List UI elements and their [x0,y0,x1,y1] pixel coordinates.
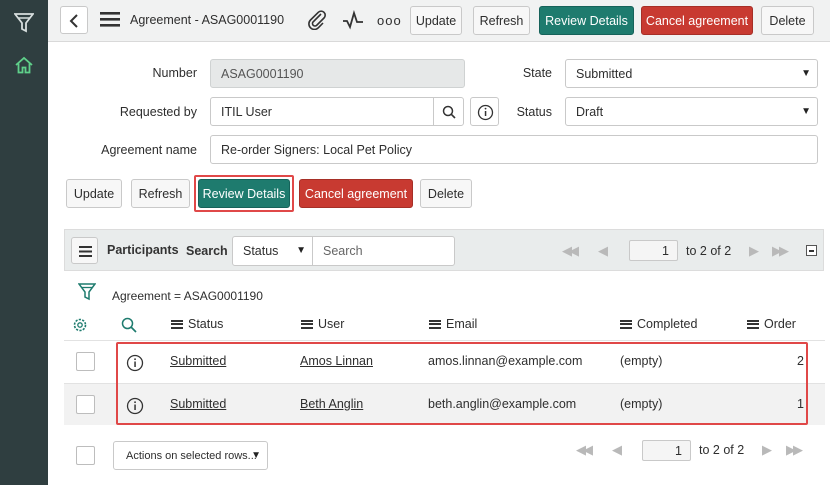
header-update-button[interactable]: Update [410,6,462,35]
page-count-text: to 2 of 2 [699,443,745,457]
header-delete-button[interactable]: Delete [761,6,814,35]
lookup-button[interactable] [433,97,464,126]
form-frame: Agreement - ASAG0001190 ooo Update Refre… [48,0,830,485]
header-refresh-button[interactable]: Refresh [473,6,530,35]
status-value: Draft [576,104,604,119]
delete-button[interactable]: Delete [420,179,472,208]
state-select[interactable]: Submitted ▼ [565,59,818,88]
select-all-checkbox[interactable] [76,446,95,465]
related-list-toolbar: Participants Search Status ▼ Search ◀◀ ◀… [64,229,824,271]
review-details-highlight [194,175,294,212]
magnifier-icon[interactable] [120,316,138,334]
column-header-order[interactable]: Order [747,317,796,331]
column-menu-icon [620,319,632,329]
column-menu-icon [171,319,183,329]
requested-by-label: Requested by [119,105,197,119]
last-page-icon[interactable]: ▶▶ [786,442,803,458]
hamburger-menu-icon[interactable] [100,11,120,28]
row-checkbox[interactable] [76,395,95,414]
page-title: Agreement - ASAG0001190 [130,13,285,27]
state-label: State [522,66,552,80]
more-options-icon[interactable]: ooo [377,13,401,33]
filter-funnel-icon[interactable] [77,282,97,302]
column-header-email[interactable]: Email [429,317,477,331]
magnifier-icon [442,105,456,119]
chevron-down-icon: ▼ [296,245,306,256]
first-page-icon[interactable]: ◀◀ [576,442,593,458]
cancel-agreement-button[interactable]: Cancel agreement [299,179,413,208]
form-header: Agreement - ASAG0001190 ooo Update Refre… [48,0,830,42]
header-review-details-button[interactable]: Review Details [539,6,634,35]
gear-icon[interactable] [71,316,89,334]
chevron-down-icon: ▼ [801,106,811,117]
actions-select-label: Actions on selected rows... [126,449,257,462]
chevron-down-icon: ▼ [251,450,261,461]
chevron-left-icon [69,14,78,28]
column-menu-icon [429,319,441,329]
nav-rail [0,0,48,485]
requested-by-field[interactable]: ITIL User [210,97,434,126]
activity-pulse-icon[interactable] [342,9,364,30]
search-label: Search [186,244,228,258]
next-page-icon[interactable]: ▶ [762,442,772,458]
search-input[interactable]: Search [312,236,455,266]
number-field: ASAG0001190 [210,59,465,88]
status-label: Status [516,105,552,119]
header-cancel-agreement-button[interactable]: Cancel agreement [641,6,753,35]
filter-funnel-icon[interactable] [13,12,35,34]
back-button[interactable] [60,6,88,34]
paperclip-icon[interactable] [306,10,328,31]
filter-breadcrumb[interactable]: Agreement = ASAG0001190 [112,289,263,303]
chevron-down-icon: ▼ [801,68,811,79]
column-menu-icon [747,319,759,329]
list-menu-button[interactable] [71,237,98,264]
number-label: Number [152,66,197,80]
column-header-status[interactable]: Status [171,317,223,331]
column-header-completed[interactable]: Completed [620,317,697,331]
actions-select[interactable]: Actions on selected rows... ▼ [113,441,268,470]
update-button[interactable]: Update [66,179,122,208]
column-header-user[interactable]: User [301,317,344,331]
column-menu-icon [301,319,313,329]
page-number-input[interactable]: 1 [629,240,678,261]
hamburger-menu-icon [79,246,92,257]
next-page-icon[interactable]: ▶ [749,243,759,259]
list-title: Participants [107,243,179,257]
first-page-icon[interactable]: ◀◀ [562,243,579,259]
rows-highlight [116,342,808,425]
previous-page-icon[interactable]: ◀ [612,442,622,458]
state-value: Submitted [576,66,633,81]
last-page-icon[interactable]: ▶▶ [772,243,789,259]
previous-page-icon[interactable]: ◀ [598,243,608,259]
agreement-name-label: Agreement name [101,143,197,157]
search-field-value: Status [243,244,279,258]
refresh-button[interactable]: Refresh [131,179,190,208]
page-count-text: to 2 of 2 [686,244,732,258]
row-checkbox[interactable] [76,352,95,371]
collapse-box-icon[interactable] [806,245,817,256]
agreement-name-field[interactable]: Re-order Signers: Local Pet Policy [210,135,818,164]
status-select[interactable]: Draft ▼ [565,97,818,126]
page-number-input[interactable]: 1 [642,440,691,461]
search-field-select[interactable]: Status ▼ [232,236,313,266]
home-icon[interactable] [14,55,34,75]
